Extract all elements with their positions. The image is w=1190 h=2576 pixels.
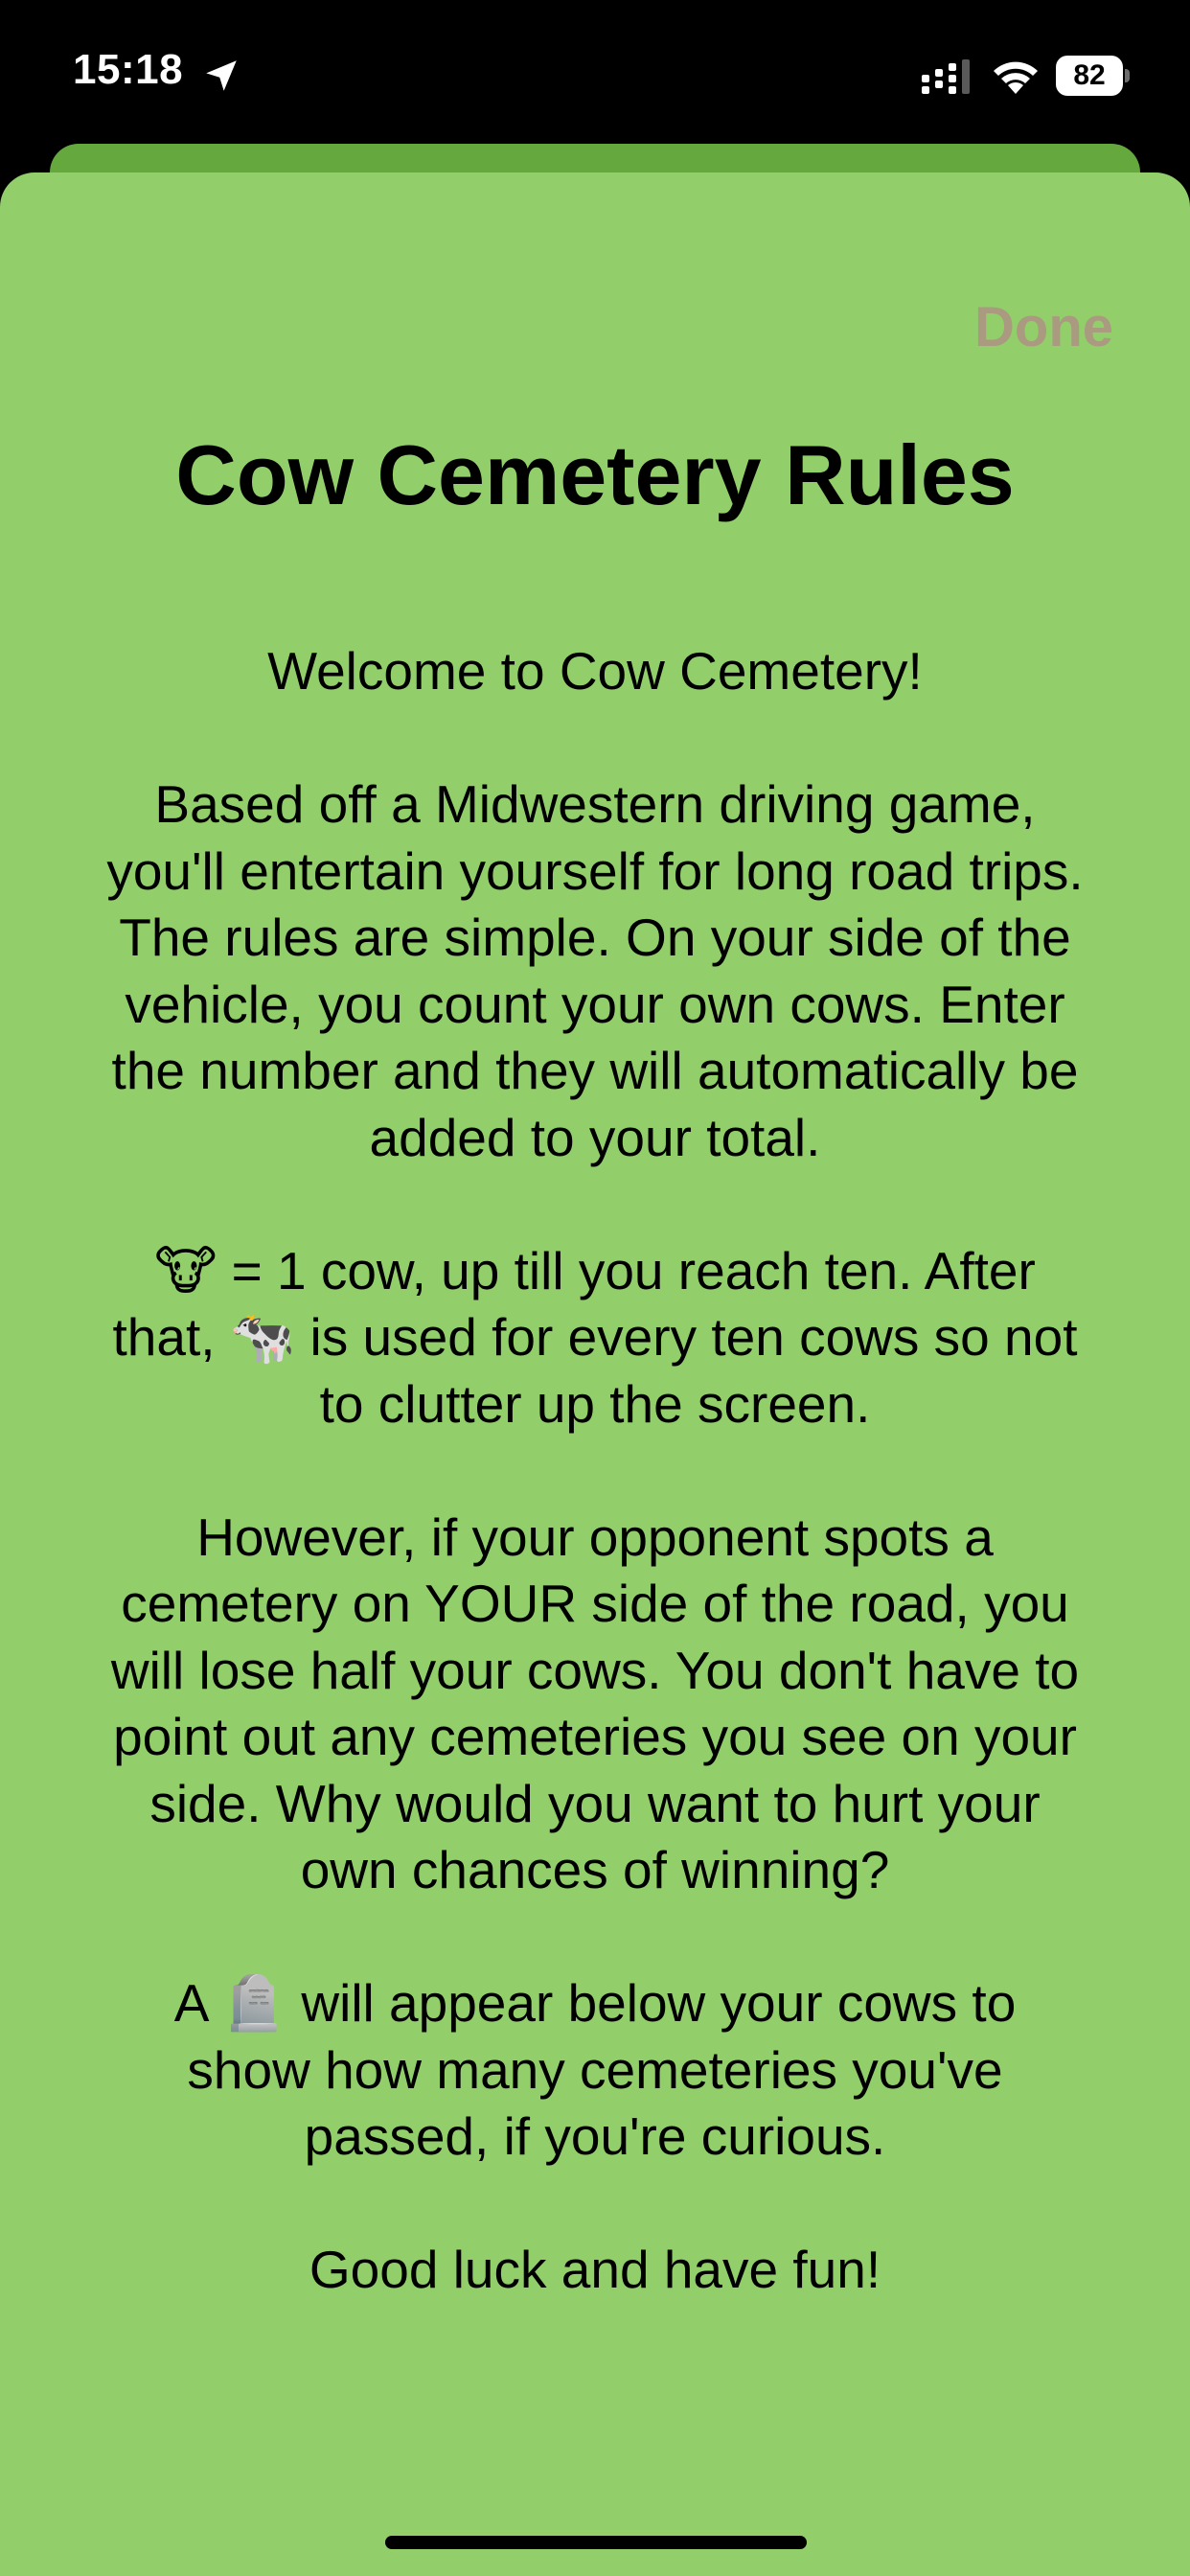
status-bar: 15:18 82 xyxy=(0,0,1190,144)
page-title: Cow Cemetery Rules xyxy=(175,427,1015,522)
rules-paragraph-cow-icons: 🐮 = 1 cow, up till you reach ten. After … xyxy=(112,1240,1078,1434)
rules-paragraph-intro: Based off a Midwestern driving game, you… xyxy=(106,774,1084,1167)
rules-paragraph-headstone: A 🪦 will appear below your cows to show … xyxy=(173,1973,1017,2166)
battery-cap xyxy=(1125,69,1130,82)
done-button[interactable]: Done xyxy=(974,295,1113,359)
battery-level: 82 xyxy=(1056,56,1123,96)
rules-text: Welcome to Cow Cemetery! Based off a Mid… xyxy=(105,638,1085,2304)
battery-icon: 82 xyxy=(1056,56,1130,96)
home-indicator[interactable] xyxy=(385,2536,807,2549)
location-arrow-icon xyxy=(206,60,237,91)
signal-icon xyxy=(922,59,970,94)
rules-paragraph-good-luck: Good luck and have fun! xyxy=(309,2240,881,2299)
wifi-icon xyxy=(994,61,1038,94)
rules-sheet: Done Cow Cemetery Rules Welcome to Cow C… xyxy=(0,172,1190,2576)
rules-paragraph-cemetery: However, if your opponent spots a cemete… xyxy=(110,1506,1080,1900)
status-time: 15:18 xyxy=(73,46,184,93)
rules-paragraph-welcome: Welcome to Cow Cemetery! xyxy=(267,641,923,701)
